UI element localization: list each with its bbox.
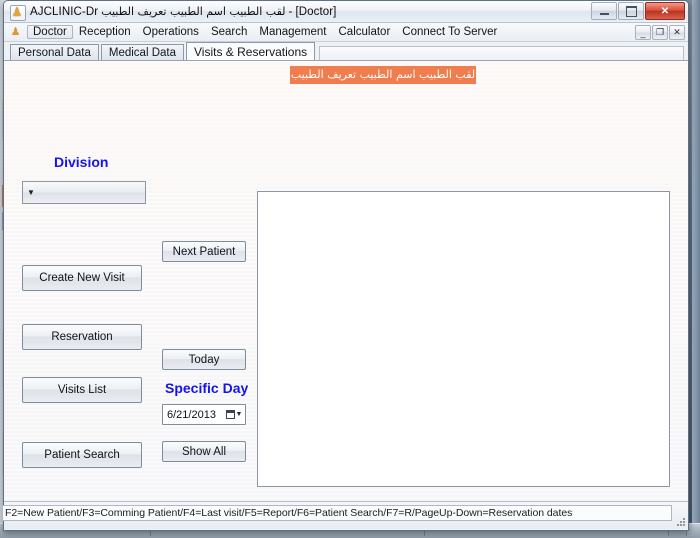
specific-day-date-picker[interactable]: 6/21/2013 ▼ [162,404,246,425]
menu-item-operations[interactable]: Operations [137,25,205,39]
visits-list-panel[interactable] [257,191,670,487]
title-bar[interactable]: ♟ AJCLINIC-Dr لقب الطبيب اسم الطبيب تعريف… [4,1,688,23]
resize-grip-icon[interactable] [674,515,686,527]
maximize-icon[interactable] [618,2,644,20]
patient-search-button[interactable]: Patient Search [22,442,142,468]
window-title-suffix: - [Doctor] [288,6,337,18]
menu-item-calculator[interactable]: Calculator [333,25,397,39]
today-button[interactable]: Today [162,349,246,370]
tooth-icon: ♟ [9,4,26,21]
doctor-name-banner: لقب الطبيب اسم الطبيب تعريف الطبيب [290,66,476,84]
window-title-app: AJCLINIC-Dr [30,6,99,18]
next-patient-button[interactable]: Next Patient [162,241,246,262]
status-bar-text: F2=New Patient/F3=Comming Patient/F4=Las… [5,507,573,519]
create-new-visit-button[interactable]: Create New Visit [22,265,142,291]
tab-strip-filler [319,46,684,60]
mdi-close-icon[interactable]: ✕ [669,25,685,40]
menu-item-connect-to-server[interactable]: Connect To Server [396,25,503,39]
minimize-icon[interactable] [591,2,617,20]
tab-visits-and-reservations[interactable]: Visits & Reservations [186,42,316,60]
application-window: ♟ AJCLINIC-Dr لقب الطبيب اسم الطبيب تعريف… [2,0,689,531]
division-dropdown[interactable]: ▼ [22,181,146,204]
menu-bar: ♟ Doctor Reception Operations Search Man… [4,23,688,42]
tab-strip: Personal Data Medical Data Visits & Rese… [4,42,688,60]
mdi-tooth-icon[interactable]: ♟ [8,25,23,40]
chevron-down-icon: ▼ [235,410,243,418]
menu-item-reception[interactable]: Reception [73,25,137,39]
reservation-button[interactable]: Reservation [22,324,142,350]
mdi-restore-icon[interactable]: ❐ [652,25,668,40]
status-bar: F2=New Patient/F3=Comming Patient/F4=Las… [2,501,688,529]
visits-list-button[interactable]: Visits List [22,377,142,403]
desktop-background: ♟ AJCLINIC-Dr لقب الطبيب اسم الطبيب تعريف… [0,0,700,538]
tab-personal-data[interactable]: Personal Data [10,44,99,60]
specific-day-label: Specific Day [165,380,249,396]
window-title-arabic: لقب الطبيب اسم الطبيب تعريف الطبيب [101,5,286,18]
window-title: AJCLINIC-Dr لقب الطبيب اسم الطبيب تعريف ا… [30,5,336,18]
menu-item-doctor[interactable]: Doctor [27,25,73,39]
date-picker-value: 6/21/2013 [167,408,216,421]
menu-item-management[interactable]: Management [253,25,332,39]
background-window-right[interactable] [692,0,700,538]
show-all-button[interactable]: Show All [162,441,246,462]
mdi-minimize-icon[interactable]: _ [635,25,651,40]
close-icon[interactable]: ✕ [645,2,685,20]
form-client-area: لقب الطبيب اسم الطبيب تعريف الطبيب Divis… [4,60,688,501]
status-bar-panel: F2=New Patient/F3=Comming Patient/F4=Las… [2,505,672,521]
menu-item-search[interactable]: Search [205,25,253,39]
calendar-icon[interactable]: ▼ [223,405,245,424]
tab-medical-data[interactable]: Medical Data [100,44,184,60]
window-controls: ✕ [591,2,685,20]
mdi-child-window-controls: _ ❐ ✕ [635,25,685,40]
division-label: Division [54,154,109,170]
chevron-down-icon: ▼ [27,188,35,197]
